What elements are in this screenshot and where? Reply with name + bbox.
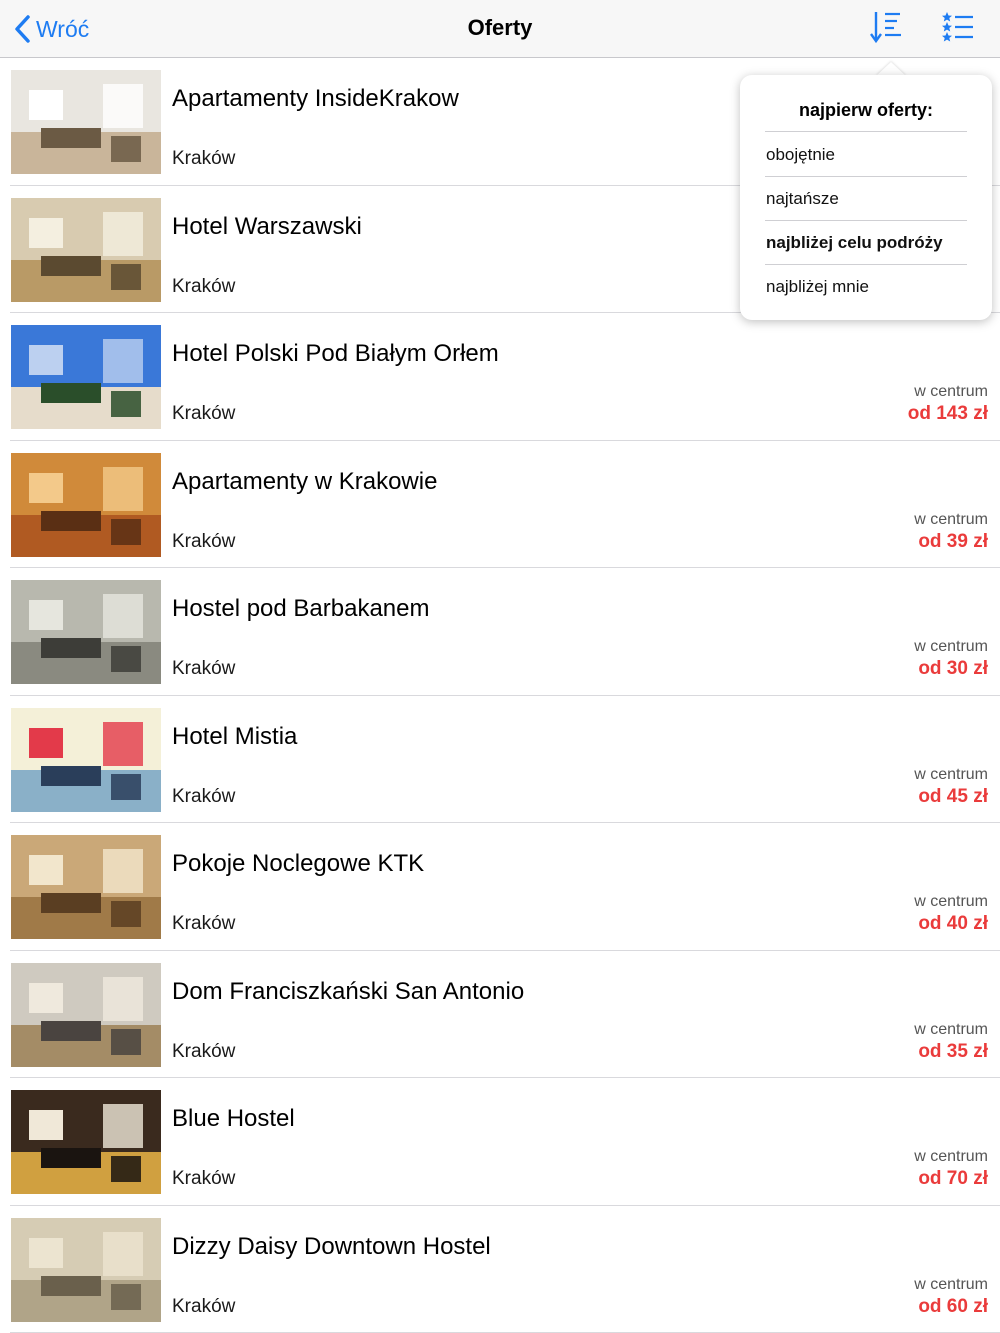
offer-photo: [11, 70, 161, 174]
offer-name: Apartamenty InsideKrakow: [172, 85, 459, 113]
offer-row[interactable]: Pokoje Noclegowe KTK Kraków w centrum od 40…: [0, 823, 1000, 951]
offer-photo: [11, 1218, 161, 1322]
offer-photo: [11, 580, 161, 684]
offer-location: w centrum: [914, 1148, 988, 1166]
offer-city: Kraków: [172, 1041, 235, 1063]
offer-row[interactable]: Hotel Polski Pod Białym Orłem Kraków w cen…: [0, 313, 1000, 441]
star-list-icon: [940, 9, 976, 45]
divider: [765, 220, 967, 221]
sort-popover: najpierw oferty: obojętnie najtańsze naj…: [740, 75, 992, 320]
offer-row[interactable]: Dom Franciszkański San Antonio Kraków w ce…: [0, 951, 1000, 1079]
offer-price: od 70 zł: [918, 1168, 988, 1190]
divider: [765, 131, 967, 132]
sort-icon: [868, 9, 904, 45]
offer-name: Hotel Mistia: [172, 723, 297, 751]
offer-name: Hotel Polski Pod Białym Orłem: [172, 340, 499, 368]
offer-photo: [11, 963, 161, 1067]
offer-photo: [11, 1090, 161, 1194]
offer-name: Dom Franciszkański San Antonio: [172, 978, 524, 1006]
offer-name: Apartamenty w Krakowie: [172, 468, 437, 496]
offer-name: Hostel pod Barbakanem: [172, 595, 429, 623]
sort-popover-title: najpierw oferty:: [740, 100, 992, 121]
sort-option-nearest-destination[interactable]: najbliżej celu podróży: [766, 233, 943, 253]
offer-city: Kraków: [172, 531, 235, 553]
offer-row[interactable]: Hostel pod Barbakanem Kraków w centrum od 3…: [0, 568, 1000, 696]
popover-arrow: [876, 62, 906, 76]
offer-photo: [11, 708, 161, 812]
offer-name: Pokoje Noclegowe KTK: [172, 850, 424, 878]
page-title: Oferty: [0, 15, 1000, 41]
offer-photo: [11, 835, 161, 939]
offer-price: od 30 zł: [918, 658, 988, 680]
sort-option-cheapest[interactable]: najtańsze: [766, 189, 839, 209]
filter-button[interactable]: [940, 9, 976, 50]
sort-option-nearest-me[interactable]: najbliżej mnie: [766, 277, 869, 297]
offer-city: Kraków: [172, 913, 235, 935]
offer-row[interactable]: Apartamenty w Krakowie Kraków w centrum od …: [0, 441, 1000, 569]
offer-price: od 39 zł: [918, 531, 988, 553]
offer-name: Dizzy Daisy Downtown Hostel: [172, 1233, 491, 1261]
divider: [765, 176, 967, 177]
offer-location: w centrum: [914, 383, 988, 401]
offer-city: Kraków: [172, 1168, 235, 1190]
offer-price: od 45 zł: [918, 786, 988, 808]
offer-price: od 35 zł: [918, 1041, 988, 1063]
offer-row[interactable]: Dizzy Daisy Downtown HostelKrakóww centr…: [0, 1206, 1000, 1333]
offer-city: Kraków: [172, 403, 235, 425]
offer-name: Hotel Warszawski: [172, 213, 362, 241]
offer-location: w centrum: [914, 766, 988, 784]
sort-option-any[interactable]: obojętnie: [766, 145, 835, 165]
offer-price: od 40 zł: [918, 913, 988, 935]
offer-row[interactable]: Hotel Mistia Kraków w centrum od 45 zł: [0, 696, 1000, 824]
offer-location: w centrum: [914, 511, 988, 529]
offer-location: w centrum: [914, 893, 988, 911]
sort-button[interactable]: [868, 9, 904, 50]
offer-photo: [11, 325, 161, 429]
offer-location: w centrum: [914, 638, 988, 656]
offer-name: Blue Hostel: [172, 1105, 295, 1133]
offer-photo: [11, 453, 161, 557]
offer-city: Kraków: [172, 658, 235, 680]
offer-photo: [11, 198, 161, 302]
divider: [765, 264, 967, 265]
offer-location: w centrum: [914, 1021, 988, 1039]
offer-city: Kraków: [172, 148, 235, 170]
offer-city: Kraków: [172, 276, 235, 298]
offer-city: Kraków: [172, 786, 235, 808]
offer-row[interactable]: Blue Hostel Kraków w centrum od 70 zł: [0, 1078, 1000, 1206]
navigation-bar: Wróć Oferty: [0, 0, 1000, 58]
offer-price: od 143 zł: [908, 403, 988, 425]
offer-location: w centrum: [914, 1276, 988, 1294]
